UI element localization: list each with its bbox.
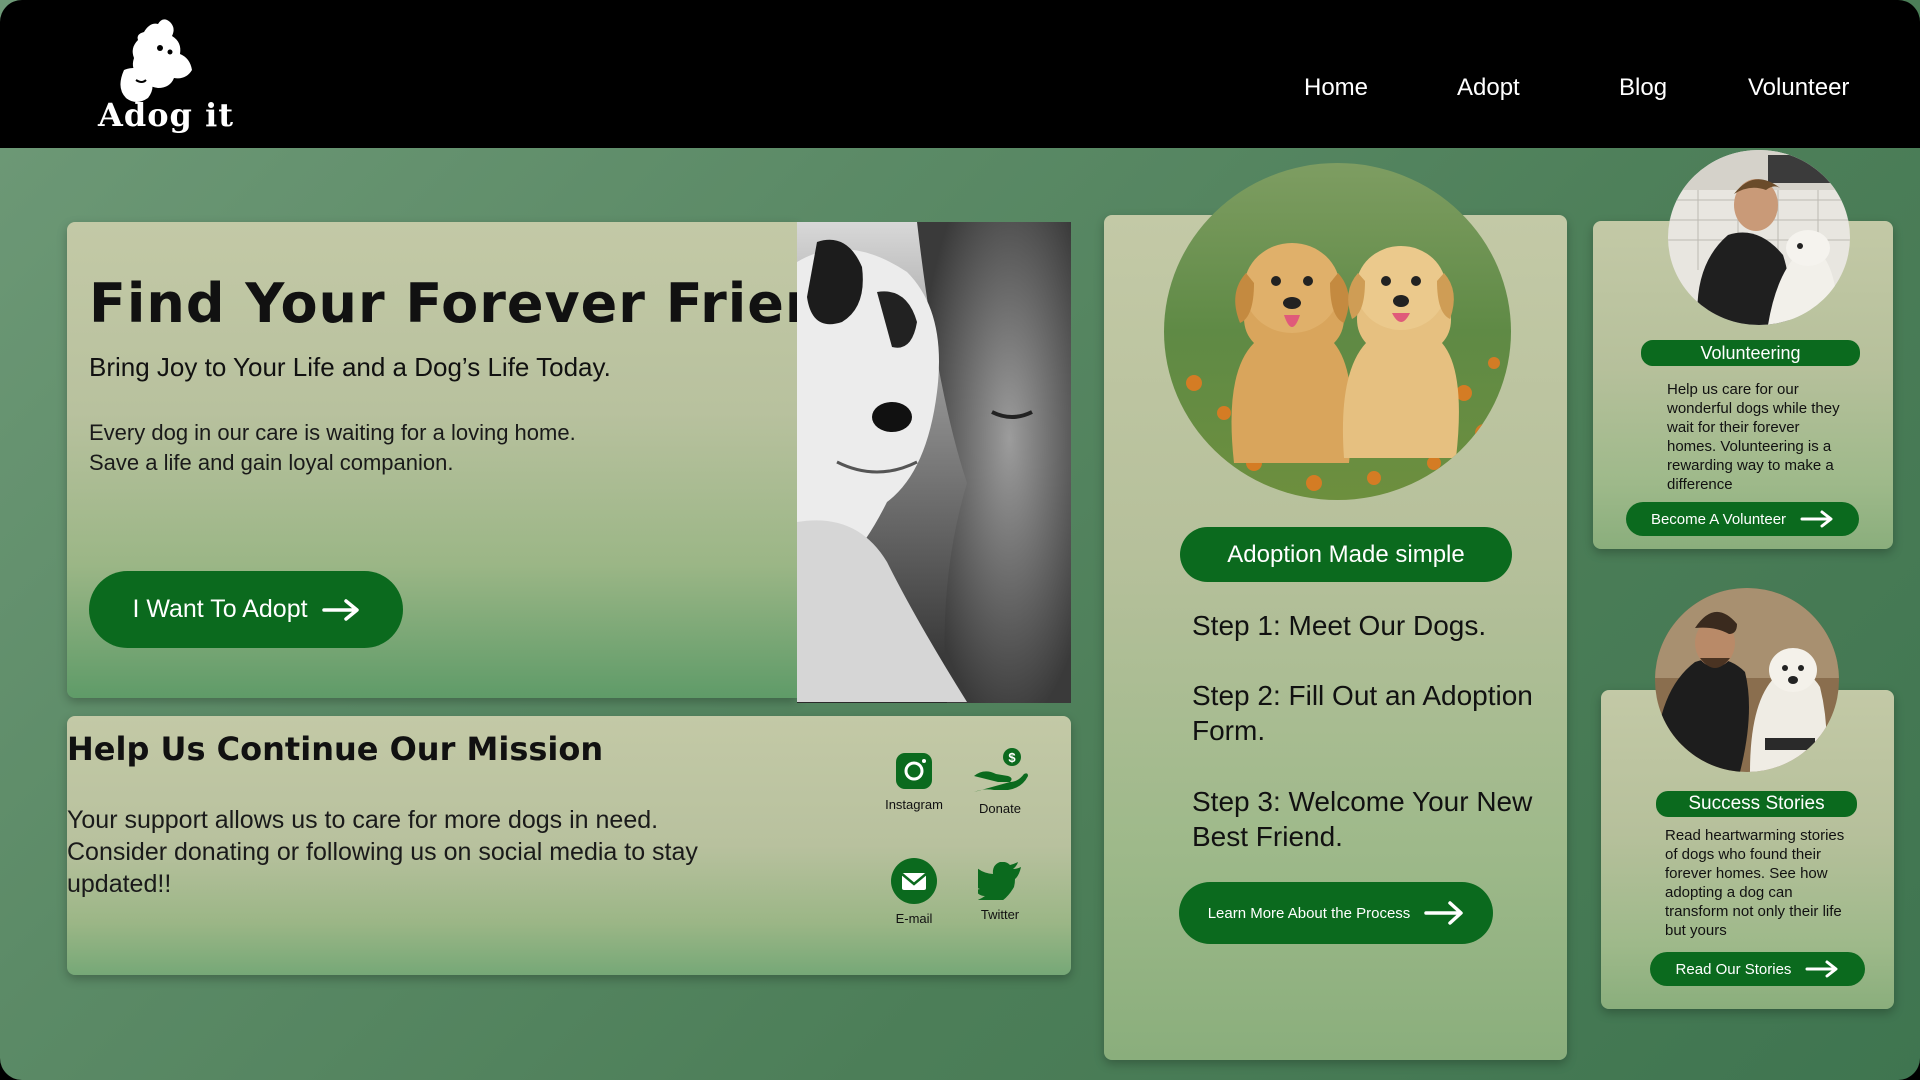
- puppies-image: [1164, 163, 1511, 500]
- arrow-right-icon: [1424, 901, 1464, 925]
- hero-body-line1: Every dog in our care is waiting for a l…: [89, 420, 576, 445]
- hero-body: Every dog in our care is waiting for a l…: [89, 418, 576, 478]
- hero-title: Find Your Forever Friend: [89, 272, 865, 335]
- header: Adog it Home Adopt Blog Volunteer: [0, 0, 1920, 148]
- mission-title: Help Us Continue Our Mission: [67, 730, 604, 768]
- social-email[interactable]: E-mail: [884, 858, 944, 926]
- read-stories-button[interactable]: Read Our Stories: [1650, 952, 1865, 986]
- woman-puppy-image: [797, 222, 1071, 703]
- volunteer-button-label: Become A Volunteer: [1650, 510, 1787, 528]
- nav-adopt[interactable]: Adopt: [1457, 74, 1520, 102]
- email-icon: [891, 858, 937, 904]
- mission-body: Your support allows us to care for more …: [67, 806, 698, 898]
- social-label-twitter: Twitter: [980, 907, 1020, 922]
- hero-card: Find Your Forever Friend Bring Joy to Yo…: [67, 222, 863, 698]
- step-2: Step 2: Fill Out an Adoption Form.: [1192, 680, 1533, 746]
- stories-badge: Success Stories: [1656, 791, 1857, 817]
- arrow-right-icon: [321, 598, 359, 621]
- adoption-badge: Adoption Made simple: [1180, 527, 1512, 582]
- page: Adog it Home Adopt Blog Volunteer Find Y…: [0, 0, 1920, 1080]
- donate-icon: $: [974, 748, 1028, 792]
- social-twitter[interactable]: Twitter: [968, 861, 1030, 922]
- arrow-right-icon: [1800, 510, 1833, 528]
- hero-body-line2: Save a life and gain loyal companion.: [89, 450, 454, 475]
- stories-image: [1655, 588, 1839, 772]
- step-3: Step 3: Welcome Your New Best Friend.: [1192, 786, 1533, 852]
- read-stories-label: Read Our Stories: [1675, 960, 1792, 978]
- social-label-email: E-mail: [895, 911, 933, 926]
- social-label-instagram: Instagram: [885, 797, 943, 812]
- stories-text: Read heartwarming stories of dogs who fo…: [1665, 827, 1845, 939]
- volunteer-button[interactable]: Become A Volunteer: [1626, 502, 1859, 536]
- instagram-icon: [896, 753, 932, 789]
- adopt-button-label: I Want To Adopt: [132, 595, 308, 623]
- social-instagram[interactable]: Instagram: [884, 752, 944, 812]
- nav-home[interactable]: Home: [1304, 74, 1368, 102]
- step-1: Step 1: Meet Our Dogs.: [1192, 610, 1487, 641]
- nav-volunteer[interactable]: Volunteer: [1748, 74, 1849, 102]
- volunteering-text: Help us care for our wonderful dogs whil…: [1667, 381, 1840, 493]
- learn-more-button[interactable]: Learn More About the Process: [1179, 882, 1493, 944]
- brand-name[interactable]: Adog it: [98, 96, 234, 134]
- volunteer-photo: [1668, 150, 1850, 325]
- volunteer-image: [1668, 150, 1850, 325]
- hero-subtitle: Bring Joy to Your Life and a Dog’s Life …: [89, 352, 611, 382]
- arrow-right-icon: [1805, 960, 1838, 978]
- adopt-button[interactable]: I Want To Adopt: [89, 571, 403, 648]
- social-label-donate: Donate: [979, 801, 1021, 816]
- twitter-icon: [968, 861, 1021, 906]
- mission-card: Help Us Continue Our Mission Your suppor…: [67, 716, 1071, 975]
- volunteering-badge: Volunteering: [1641, 340, 1860, 366]
- hero-photo: [797, 222, 1071, 703]
- social-donate[interactable]: $ Donate: [970, 748, 1030, 816]
- learn-more-label: Learn More About the Process: [1207, 904, 1411, 922]
- svg-text:$: $: [1008, 750, 1016, 765]
- puppies-photo: [1164, 163, 1511, 500]
- stories-photo: [1655, 588, 1839, 772]
- nav-blog[interactable]: Blog: [1619, 74, 1667, 102]
